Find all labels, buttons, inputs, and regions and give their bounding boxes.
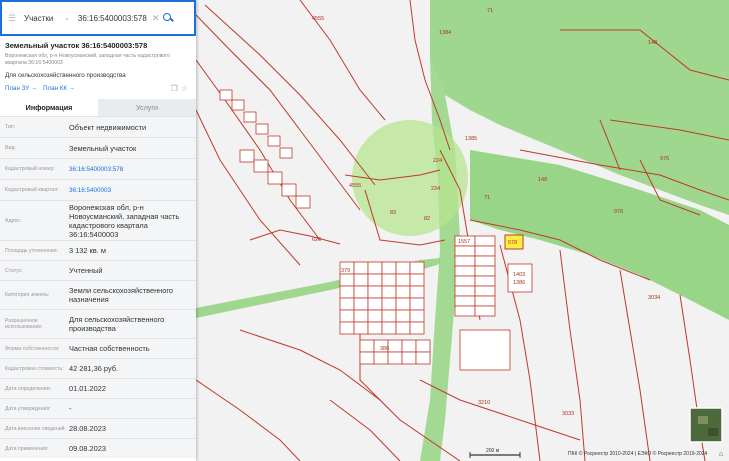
table-row: Кадастровый квартал: 36:16:5400003 (0, 179, 196, 200)
table-row: Адрес: Воронежская обл, р-н Новоусмански… (0, 200, 196, 240)
table-row: Разрешенное использование: Для сельскохо… (0, 309, 196, 338)
map-label: 82 (424, 216, 430, 222)
plan-zu-link[interactable]: План ЗУ → (5, 85, 37, 92)
cadastral-quarter-link[interactable]: 36:16:5400003 (69, 186, 191, 195)
map-label: 578 (508, 240, 517, 246)
table-row: Дата применения: 09.08.2023 (0, 438, 196, 458)
map-label: 1385 (465, 136, 477, 142)
map-label: 71 (484, 195, 490, 201)
map-label: 379 (341, 268, 350, 274)
table-row: Категория земель: Земли сельскохозяйстве… (0, 280, 196, 309)
map-label: 1557 (458, 239, 470, 245)
map-label: 1403 (513, 272, 525, 278)
map-label: 386 (380, 346, 389, 352)
home-icon[interactable]: ⌂ (719, 451, 723, 458)
parcel-title: Земельный участок 36:16:5400003:578 (5, 41, 148, 50)
table-row: Площадь уточненная: 3 132 кв. м (0, 240, 196, 260)
map-label: 3034 (648, 295, 660, 301)
table-row: Дата определения: 01.01.2022 (0, 378, 196, 398)
map-label: 4555 (349, 183, 361, 189)
star-icon[interactable]: ☆ (181, 84, 191, 93)
map-label: 1386 (513, 280, 525, 286)
copyright-text: ПКК © Росреестр 2010-2024 | ЕЭКО © Росре… (568, 450, 708, 457)
table-row: Кадастровый номер: 36:16:5400003:578 (0, 158, 196, 179)
table-row: Дата утверждения: - (0, 398, 196, 418)
tab-services[interactable]: Услуги (98, 99, 196, 116)
layer-select[interactable]: Участки (24, 14, 64, 23)
plan-kk-link[interactable]: План КК → (43, 85, 75, 92)
menu-icon[interactable]: ☰ (8, 13, 18, 24)
map-label: 71 (487, 8, 493, 14)
table-row: Дата внесения сведений: 28.08.2023 (0, 418, 196, 438)
search-icon[interactable] (163, 13, 173, 23)
map-label: 234 (431, 186, 440, 192)
map-label: 148 (648, 40, 657, 46)
cadastral-number-link[interactable]: 36:16:5400003:578 (69, 165, 191, 174)
map-label: 4555 (312, 16, 324, 22)
map-label: 224 (433, 158, 442, 164)
map-label: 3210 (478, 400, 490, 406)
map-label: 976 (660, 156, 669, 162)
tab-info[interactable]: Информация (0, 99, 98, 116)
map-label: 626 (312, 237, 321, 243)
scale-label: 200 м (486, 448, 500, 454)
info-panel: ☰ Участки ⌄ ✕ Земельный участок 36:16:54… (0, 0, 196, 461)
table-row: Статус: Учтенный (0, 260, 196, 280)
copy-icon[interactable]: ❐ (171, 84, 181, 93)
table-row: Тип: Объект недвижимости (0, 116, 196, 137)
parcel-purpose: Для сельскохозяйственного производства (5, 72, 126, 79)
map-label: 976 (614, 209, 623, 215)
map-label: 3033 (562, 411, 574, 417)
chevron-down-icon[interactable]: ⌄ (64, 14, 70, 22)
basemap-switcher[interactable] (689, 407, 723, 443)
table-row: Кадастровая стоимость: 42 281,36 руб. (0, 358, 196, 378)
attributes-table: Тип: Объект недвижимости Вид: Земельный … (0, 116, 196, 458)
parcel-address-short: Воронежская обл, р-н Новоусманский, запа… (5, 53, 170, 66)
map-label: 1384 (439, 30, 451, 36)
search-bar: ☰ Участки ⌄ ✕ (0, 0, 196, 36)
map-label: 83 (390, 210, 396, 216)
table-row: Вид: Земельный участок (0, 137, 196, 158)
search-input[interactable] (77, 13, 148, 23)
clear-icon[interactable]: ✕ (152, 13, 160, 24)
map-label: 148 (538, 177, 547, 183)
table-row: Форма собственности: Частная собственнос… (0, 338, 196, 358)
